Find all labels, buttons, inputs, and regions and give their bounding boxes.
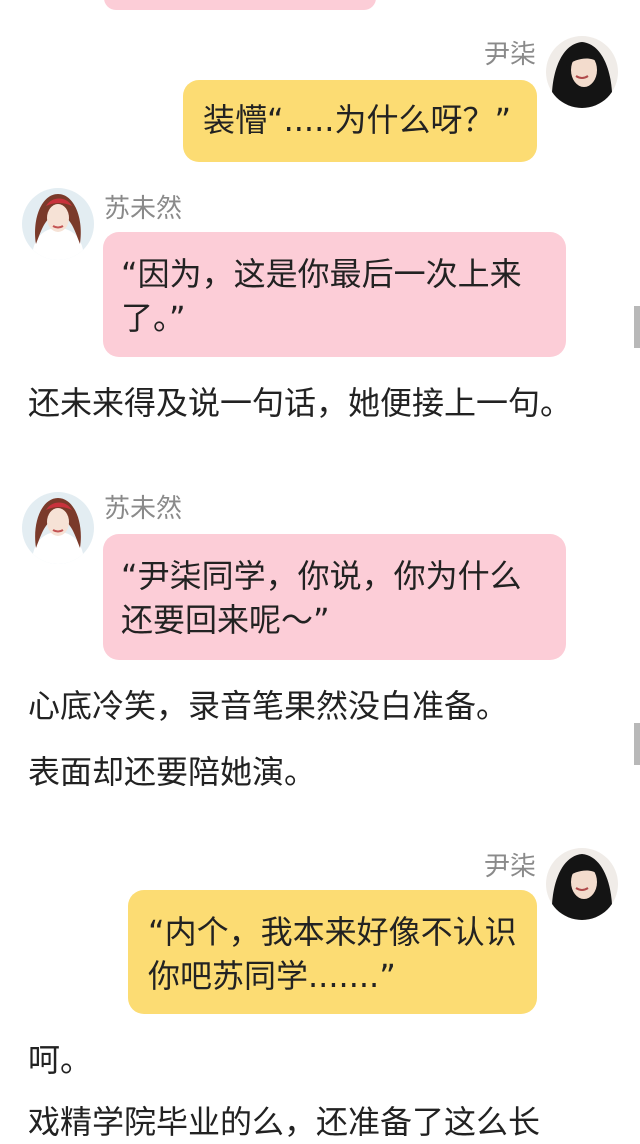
narration-text: 呵。 [28, 1041, 93, 1079]
message-bubble: “因为，这是你最后一次上来了。” [103, 232, 566, 357]
message-bubble: “内个，我本来好像不认识你吧苏同学.......” [128, 890, 537, 1014]
avatar-yinqi-icon [546, 36, 618, 108]
sender-name: 尹柒 [483, 852, 536, 882]
narration-text: 还未来得及说一句话，她便接上一句。 [28, 384, 573, 422]
partial-pink-bubble [104, 0, 376, 10]
sender-name: 苏未然 [104, 494, 183, 524]
narration-text: 表面却还要陪她演。 [28, 753, 317, 791]
avatar-suweiran-icon [22, 492, 94, 564]
scroll-indicator[interactable] [634, 723, 640, 765]
sender-name: 苏未然 [104, 194, 183, 224]
message-bubble: “尹柒同学，你说，你为什么还要回来呢～” [103, 534, 566, 660]
sender-name: 尹柒 [483, 40, 536, 70]
avatar-suweiran-icon [22, 188, 94, 260]
scroll-indicator[interactable] [634, 306, 640, 348]
message-bubble: 装懵“.....为什么呀？” [183, 80, 537, 162]
narration-text: 心底冷笑，录音笔果然没白准备。 [28, 687, 509, 725]
avatar-yinqi-icon [546, 848, 618, 920]
narration-text: 戏精学院毕业的么，还准备了这么长 [28, 1103, 541, 1141]
